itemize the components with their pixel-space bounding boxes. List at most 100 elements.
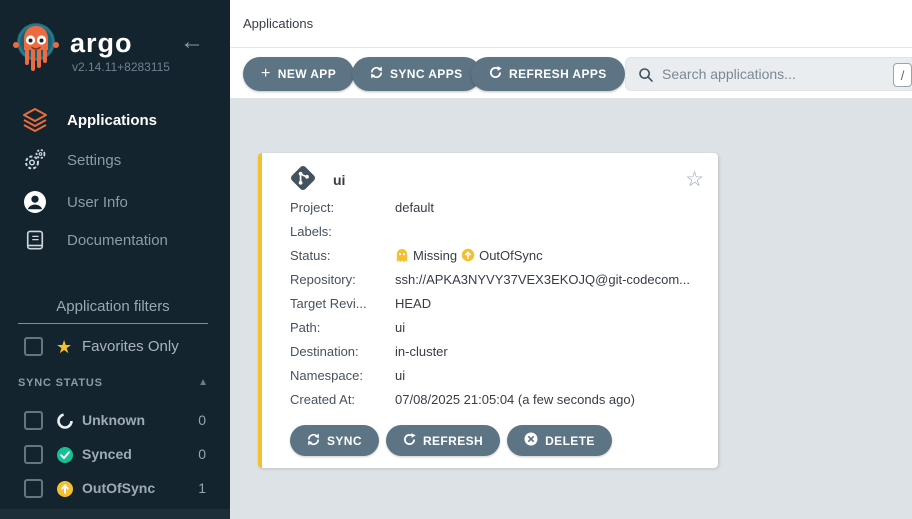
application-filters-title: Application filters	[18, 298, 208, 324]
filter-row-unknown: Unknown 0	[0, 410, 230, 432]
unknown-checkbox[interactable]	[24, 411, 43, 430]
sync-apps-label: SYNC APPS	[390, 67, 463, 81]
search-box: /	[625, 57, 912, 91]
field-label: Labels:	[290, 224, 395, 239]
field-value: ui	[395, 320, 405, 335]
search-input[interactable]	[662, 58, 882, 90]
field-label: Status:	[290, 248, 395, 263]
argo-wordmark: argo	[70, 28, 133, 59]
field-value: 07/08/2025 21:05:04 (a few seconds ago)	[395, 392, 635, 407]
refresh-apps-label: REFRESH APPS	[509, 67, 607, 81]
filter-label: OutOfSync	[82, 480, 155, 496]
refresh-icon	[489, 66, 502, 82]
synced-status-icon	[56, 446, 74, 464]
delete-button[interactable]: DELETE	[507, 425, 612, 456]
application-card[interactable]: ui ☆ Project: default Labels: Status:	[258, 153, 718, 468]
content-area: ui ☆ Project: default Labels: Status:	[230, 98, 912, 519]
app-name: ui	[333, 172, 345, 188]
refresh-button[interactable]: REFRESH	[386, 425, 500, 456]
sidebar-item-documentation[interactable]: Documentation	[0, 224, 230, 256]
sidebar-item-settings[interactable]: Settings	[0, 144, 230, 176]
sync-status-text: OutOfSync	[479, 248, 543, 263]
main-area: Applications + NEW APP SYNC APPS	[230, 0, 912, 519]
sync-icon	[307, 433, 320, 449]
card-row-created-at: Created At: 07/08/2025 21:05:04 (a few s…	[290, 387, 718, 411]
favorite-star-icon[interactable]: ☆	[685, 170, 704, 190]
field-label: Path:	[290, 320, 395, 335]
sidebar-item-label: Documentation	[67, 232, 168, 249]
sync-status-header: SYNC STATUS	[18, 377, 103, 389]
unknown-status-icon	[56, 412, 74, 430]
user-icon	[20, 190, 50, 214]
field-value: in-cluster	[395, 344, 448, 359]
sidebar-item-applications[interactable]: Applications	[0, 104, 230, 136]
refresh-apps-button[interactable]: REFRESH APPS	[471, 57, 625, 91]
field-label: Project:	[290, 200, 395, 215]
filter-count: 0	[198, 446, 206, 462]
sidebar-footer-strip	[0, 509, 230, 519]
delete-button-label: DELETE	[545, 434, 595, 448]
x-circle-icon	[524, 432, 538, 449]
filter-row-synced: Synced 0	[0, 444, 230, 466]
sync-status-collapse-icon[interactable]: ▲	[198, 377, 208, 388]
card-row-namespace: Namespace: ui	[290, 363, 718, 387]
filter-label: Synced	[82, 446, 132, 462]
filter-count: 1	[198, 480, 206, 496]
health-status-text: Missing	[413, 248, 457, 263]
sync-icon	[370, 66, 383, 82]
gears-icon	[20, 148, 50, 172]
new-app-label: NEW APP	[278, 67, 336, 81]
health-missing-ghost-icon	[395, 248, 409, 263]
sidebar-item-label: Settings	[67, 152, 121, 169]
favorites-label: Favorites Only	[82, 338, 179, 355]
sync-apps-button[interactable]: SYNC APPS	[352, 57, 481, 91]
layers-icon	[20, 107, 50, 133]
card-row-target-revision: Target Revi... HEAD	[290, 291, 718, 315]
field-value: HEAD	[395, 296, 431, 311]
field-value: ssh://APKA3NYVY37VEX3EKOJQ@git-codecom..…	[395, 272, 690, 287]
field-value: default	[395, 200, 434, 215]
argo-octopus-logo-icon	[12, 20, 60, 81]
sync-button-label: SYNC	[327, 434, 362, 448]
card-header: ui ☆	[288, 165, 704, 195]
outofsync-checkbox[interactable]	[24, 479, 43, 498]
card-row-destination: Destination: in-cluster	[290, 339, 718, 363]
card-actions: SYNC REFRESH	[290, 425, 718, 456]
filter-count: 0	[198, 412, 206, 428]
sync-button[interactable]: SYNC	[290, 425, 379, 456]
field-label: Target Revi...	[290, 296, 395, 311]
outofsync-status-icon	[56, 480, 74, 498]
field-value: ui	[395, 368, 405, 383]
toolbar: + NEW APP SYNC APPS REFRESH APPS	[230, 48, 912, 98]
field-label: Repository:	[290, 272, 395, 287]
slash-shortcut-badge: /	[893, 63, 912, 87]
status-badges: Missing OutOfSync	[395, 248, 543, 263]
page-title: Applications	[243, 16, 313, 31]
filter-label: Unknown	[82, 412, 145, 428]
field-label: Destination:	[290, 344, 395, 359]
search-icon	[638, 67, 654, 83]
favorites-star-icon: ★	[56, 336, 72, 358]
refresh-icon	[403, 433, 416, 449]
favorites-checkbox[interactable]	[24, 337, 43, 356]
sidebar-item-user-info[interactable]: User Info	[0, 186, 230, 218]
plus-icon: +	[261, 66, 271, 82]
synced-checkbox[interactable]	[24, 445, 43, 464]
filter-row-outofsync: OutOfSync 1	[0, 478, 230, 500]
sidebar-item-label: Applications	[67, 112, 157, 129]
favorites-filter-row: ★ Favorites Only	[0, 336, 230, 358]
sidebar-collapse-arrow-icon[interactable]: ←	[180, 28, 204, 56]
git-repo-icon	[288, 163, 318, 198]
outofsync-arrow-icon	[461, 248, 475, 262]
card-row-status: Status: Missing OutOfSync	[290, 243, 718, 267]
card-row-labels: Labels:	[290, 219, 718, 243]
field-label: Namespace:	[290, 368, 395, 383]
card-row-path: Path: ui	[290, 315, 718, 339]
field-label: Created At:	[290, 392, 395, 407]
new-app-button[interactable]: + NEW APP	[243, 57, 354, 91]
card-row-project: Project: default	[290, 195, 718, 219]
sidebar: argo ← v2.14.11+8283115 Applications Set…	[0, 0, 230, 519]
book-icon	[20, 229, 50, 252]
sidebar-item-label: User Info	[67, 194, 128, 211]
refresh-button-label: REFRESH	[423, 434, 483, 448]
